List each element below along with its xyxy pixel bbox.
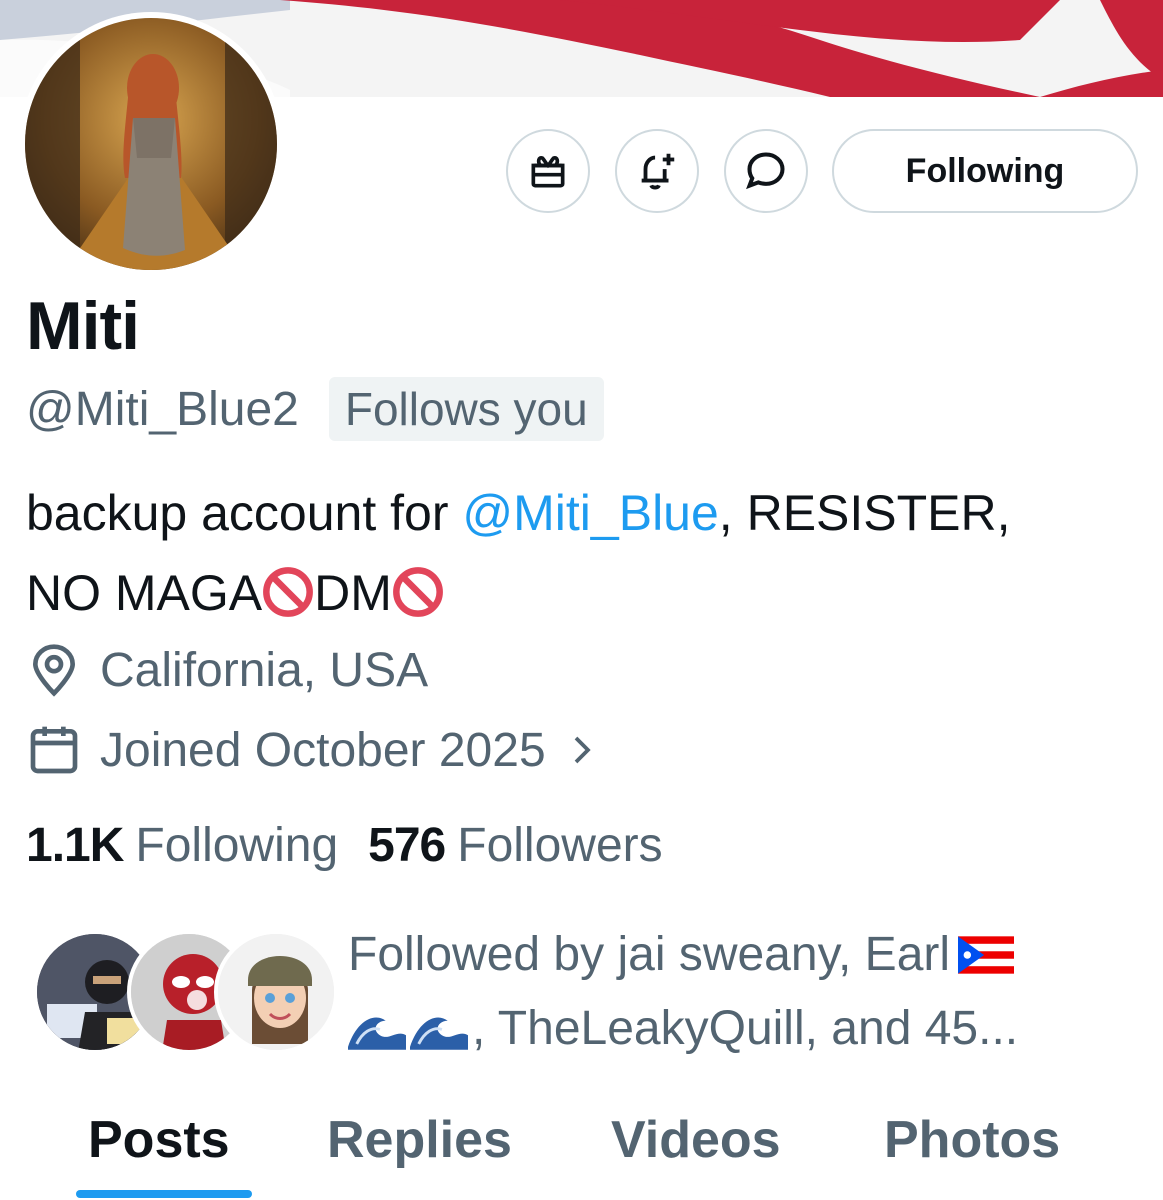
followers-label: Followers	[457, 819, 663, 872]
follows-you-badge: Follows you	[328, 377, 604, 441]
following-stat[interactable]: 1.1K Following	[26, 818, 338, 873]
active-tab-indicator	[76, 1190, 252, 1198]
prohibited-emoji-icon	[392, 567, 443, 617]
profile-tabs: Posts Replies Videos Photos	[0, 1100, 1163, 1200]
handle-row: @Miti_Blue2 Follows you	[26, 377, 604, 441]
bio-text: DM	[314, 565, 392, 621]
bell-plus-icon	[641, 153, 675, 190]
tab-replies[interactable]: Replies	[327, 1110, 512, 1170]
bio-mention-link[interactable]: @Miti_Blue	[462, 485, 718, 541]
followers-stat[interactable]: 576 Followers	[368, 818, 662, 873]
joined-row[interactable]: Joined October 2025	[26, 722, 618, 778]
avatar-image	[25, 18, 277, 270]
bio-text: backup account for	[26, 485, 463, 541]
location-text: California, USA	[100, 643, 429, 697]
message-bubble-icon	[746, 152, 785, 190]
wave-emoji-icon	[410, 1006, 468, 1050]
profile-avatar[interactable]	[19, 12, 283, 276]
puerto-rico-flag-icon	[958, 936, 1015, 974]
followers-count: 576	[368, 819, 446, 872]
chevron-right-icon	[574, 736, 591, 764]
bio-text: NO MAGA	[26, 565, 263, 621]
gift-button[interactable]	[506, 129, 590, 213]
display-name: Miti	[26, 288, 140, 364]
message-button[interactable]	[724, 129, 808, 213]
following-count: 1.1K	[26, 819, 124, 872]
follower-avatar[interactable]	[214, 930, 338, 1054]
joined-text: Joined October 2025	[100, 723, 546, 777]
followed-by-line1: Followed by jai sweany, Earl	[348, 928, 951, 981]
profile-page: Following Miti @Miti_Blue2 Follows you b…	[0, 0, 1163, 1200]
calendar-icon	[30, 726, 78, 774]
tab-posts[interactable]: Posts	[88, 1110, 230, 1170]
followed-by-text[interactable]: Followed by jai sweany, Earl , TheLeakyQ…	[348, 918, 1128, 1066]
user-handle: @Miti_Blue2	[26, 382, 299, 436]
bio-text: , RESISTER,	[718, 485, 1011, 541]
notify-button[interactable]	[615, 129, 699, 213]
location-pin-icon	[32, 644, 76, 697]
followed-by-line2: , TheLeakyQuill, and 45...	[472, 1002, 1019, 1055]
follow-stats: 1.1K Following 576 Followers	[26, 818, 663, 873]
tab-photos[interactable]: Photos	[884, 1110, 1060, 1170]
location-row: California, USA	[26, 642, 428, 698]
gift-icon	[531, 156, 565, 188]
wave-emoji-icon	[348, 1006, 406, 1050]
following-label: Following	[135, 819, 339, 872]
tab-videos[interactable]: Videos	[611, 1110, 781, 1170]
following-button[interactable]: Following	[832, 129, 1138, 213]
profile-bio: backup account for @Miti_Blue, RESISTER,…	[26, 473, 1146, 633]
prohibited-emoji-icon	[263, 567, 314, 617]
